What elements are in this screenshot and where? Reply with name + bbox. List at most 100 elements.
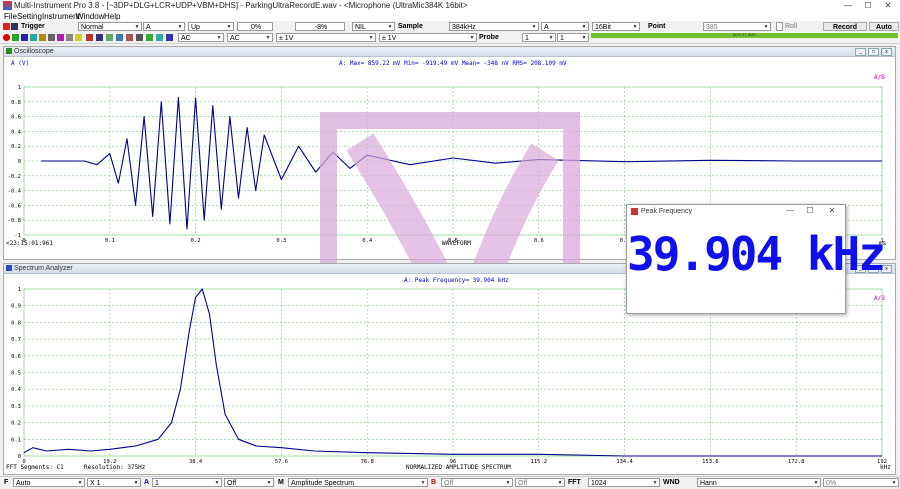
fft-size-value: 1024 bbox=[591, 480, 607, 487]
menu-instrument[interactable]: Instrument bbox=[42, 12, 80, 21]
trigger-channel-select[interactable]: A ▼ bbox=[143, 22, 185, 31]
oscilloscope-header[interactable]: Oscilloscope _ □ x bbox=[4, 47, 895, 57]
oscilloscope-icon bbox=[6, 48, 12, 54]
maximize-button[interactable]: ☐ bbox=[858, 0, 878, 11]
f-select[interactable]: Auto ▼ bbox=[13, 478, 85, 487]
b-label: B bbox=[431, 479, 437, 486]
sample-channel-select[interactable]: A ▼ bbox=[541, 22, 589, 31]
coupling-b-select[interactable]: AC ▼ bbox=[227, 33, 273, 42]
play-icon[interactable] bbox=[146, 34, 153, 41]
points-select[interactable]: 385 ▼ bbox=[703, 22, 771, 31]
coupling-a-select[interactable]: AC ▼ bbox=[178, 33, 224, 42]
m-label: M bbox=[278, 479, 284, 486]
marker-icon[interactable] bbox=[66, 34, 73, 41]
sample-rate-select[interactable]: 384kHz ▼ bbox=[449, 22, 539, 31]
menu-window[interactable]: Window bbox=[76, 12, 104, 21]
osc-y-tick: 0 bbox=[18, 159, 21, 165]
spec-x-tick: 134.4 bbox=[616, 459, 633, 465]
dds-icon[interactable] bbox=[48, 34, 55, 41]
trigger-slope-select[interactable]: Up ▼ bbox=[188, 22, 234, 31]
menu-file[interactable]: File bbox=[4, 12, 17, 21]
range-b-select[interactable]: ± 1V ▼ bbox=[379, 33, 477, 42]
x-scale-value: X 1 bbox=[90, 480, 101, 487]
chevron-down-icon: ▼ bbox=[581, 24, 587, 30]
frequency-icon[interactable] bbox=[106, 34, 113, 41]
trigger-slope-value: Up bbox=[191, 24, 200, 31]
spec-x-tick: 192 bbox=[877, 459, 887, 465]
chevron-down-icon: ▼ bbox=[557, 480, 563, 486]
spec-y-tick: 0.2 bbox=[11, 421, 21, 427]
menu-help[interactable]: Help bbox=[104, 12, 120, 21]
spectrum-title: Spectrum Analyzer bbox=[14, 265, 73, 272]
sample-channel-value: A bbox=[544, 24, 549, 31]
sweep-icon[interactable] bbox=[126, 34, 133, 41]
loop-icon[interactable] bbox=[156, 34, 163, 41]
nil-select[interactable]: NIL ▼ bbox=[352, 22, 395, 31]
spec-x-tick: 0 bbox=[22, 459, 25, 465]
fft-size-select[interactable]: 1024 ▼ bbox=[588, 478, 660, 487]
off1-select[interactable]: Off ▼ bbox=[224, 478, 274, 487]
chevron-down-icon: ▼ bbox=[420, 480, 426, 486]
off2-value: Off bbox=[444, 480, 454, 487]
scissors-icon[interactable] bbox=[96, 34, 103, 41]
panel-maximize-button[interactable]: □ bbox=[868, 48, 879, 56]
x-scale-select[interactable]: X 1 ▼ bbox=[87, 478, 141, 487]
cursor-icon[interactable] bbox=[57, 34, 64, 41]
trigger-delay-input[interactable]: -8% bbox=[295, 22, 345, 31]
minimize-button[interactable]: — bbox=[838, 0, 858, 11]
popup-minimize-button[interactable]: — bbox=[783, 206, 797, 215]
menu-setting[interactable]: Setting bbox=[17, 12, 42, 21]
sample-label: Sample bbox=[398, 23, 423, 30]
osc-stats: A: Max= 859.22 mV Min= -919.49 mV Mean= … bbox=[339, 60, 567, 67]
trigger-mode-select[interactable]: Normal ▼ bbox=[78, 22, 142, 31]
record-button[interactable]: Record bbox=[823, 22, 867, 31]
oscilloscope-icon[interactable] bbox=[12, 34, 19, 41]
auto-button[interactable]: Auto bbox=[869, 22, 899, 31]
popup-maximize-button[interactable]: ☐ bbox=[803, 206, 817, 215]
a-select[interactable]: 1 ▼ bbox=[152, 478, 222, 487]
window-function-select[interactable]: Hann ▼ bbox=[697, 478, 821, 487]
chevron-down-icon: ▼ bbox=[469, 35, 475, 41]
peak-frequency-window[interactable]: Peak Frequency — ☐ ✕ 39.904 kHz bbox=[626, 204, 886, 314]
coupling-b-value: AC bbox=[230, 35, 240, 42]
zoom-icon[interactable] bbox=[75, 34, 82, 41]
bottom-toolbar: F Auto ▼ X 1 ▼ A 1 ▼ Off ▼ M Amplitude Spect… bbox=[0, 476, 900, 489]
off3-select[interactable]: Off ▼ bbox=[515, 478, 565, 487]
spectrum-icon[interactable] bbox=[21, 34, 28, 41]
wave-icon[interactable] bbox=[116, 34, 123, 41]
spec-x-tick: 19.2 bbox=[103, 459, 116, 465]
off2-select[interactable]: Off ▼ bbox=[441, 478, 513, 487]
f-value: Auto bbox=[16, 480, 31, 487]
chevron-down-icon: ▼ bbox=[387, 24, 393, 30]
stop-icon[interactable] bbox=[3, 23, 10, 30]
bits-select[interactable]: 16Bit ▼ bbox=[592, 22, 640, 31]
close-button[interactable]: ✕ bbox=[878, 0, 898, 11]
spec-y-tick: 0.5 bbox=[11, 371, 21, 377]
forward-icon[interactable] bbox=[166, 34, 173, 41]
roll-checkbox[interactable] bbox=[776, 22, 783, 31]
probe-a-select[interactable]: 1 ▼ bbox=[522, 33, 556, 42]
speaker-icon[interactable] bbox=[136, 34, 143, 41]
trigger-level-input[interactable]: 0% bbox=[237, 22, 273, 31]
percent-select[interactable]: 0% ▼ bbox=[823, 478, 899, 487]
m-select[interactable]: Amplitude Spectrum ▼ bbox=[288, 478, 428, 487]
probe-label: Probe bbox=[479, 34, 499, 41]
chevron-down-icon: ▼ bbox=[548, 35, 554, 41]
tool-icon[interactable] bbox=[86, 34, 93, 41]
chevron-down-icon: ▼ bbox=[216, 35, 222, 41]
probe-b-select[interactable]: 1 ▼ bbox=[557, 33, 589, 42]
save-icon[interactable] bbox=[11, 23, 18, 30]
chevron-down-icon: ▼ bbox=[581, 35, 587, 41]
range-a-select[interactable]: ± 1V ▼ bbox=[276, 33, 376, 42]
record-icon[interactable] bbox=[3, 34, 10, 41]
phase-icon[interactable] bbox=[30, 34, 37, 41]
meter-icon[interactable] bbox=[39, 34, 46, 41]
off1-value: Off bbox=[227, 480, 237, 487]
chevron-down-icon: ▼ bbox=[177, 24, 183, 30]
m-value: Amplitude Spectrum bbox=[291, 480, 355, 487]
panel-close-button[interactable]: x bbox=[881, 48, 892, 56]
spec-y-tick: 0.8 bbox=[11, 320, 21, 326]
osc-y-unit: A (V) bbox=[11, 60, 29, 67]
popup-close-button[interactable]: ✕ bbox=[825, 206, 839, 215]
panel-minimize-button[interactable]: _ bbox=[855, 48, 866, 56]
